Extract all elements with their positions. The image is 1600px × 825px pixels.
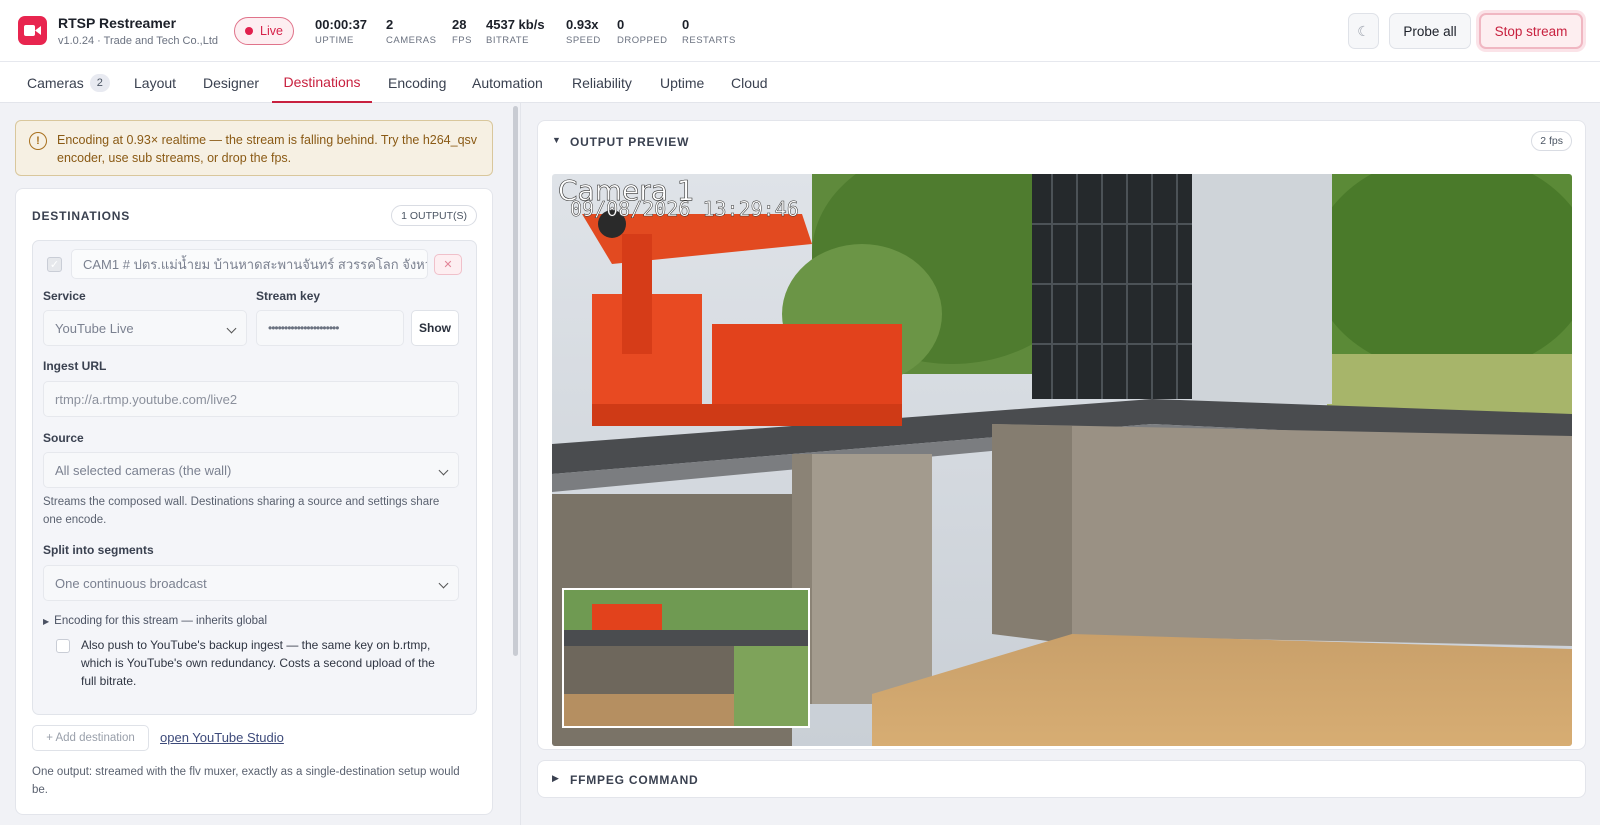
stat-value: 00:00:37 (315, 17, 368, 32)
tab-reliability[interactable]: Reliability (572, 62, 632, 103)
expand-caret-icon: ▶ (552, 773, 559, 783)
preview-fps-badge: 2 fps (1531, 131, 1572, 151)
stat-label: CAMERAS (386, 35, 437, 46)
youtube-studio-link[interactable]: open YouTube Studio (160, 730, 284, 745)
backup-ingest-text: Also push to YouTube's backup ingest — t… (81, 638, 435, 688)
app-logo (18, 16, 47, 45)
stat-uptime: 00:00:37 UPTIME (315, 17, 367, 46)
live-dot-icon (245, 27, 254, 35)
ffmpeg-command-title: FFMPEG COMMAND (570, 773, 699, 787)
warning-text: Encoding at 0.93× realtime — the stream … (57, 133, 478, 165)
app-version: v1.0.24 · Trade and Tech Co.,Ltd (58, 35, 219, 47)
encoding-override-toggle[interactable]: ▶ Encoding for this stream — inherits gl… (43, 615, 267, 627)
split-segments-label: Split into segments (43, 543, 154, 557)
backup-ingest-checkbox[interactable] (56, 639, 70, 653)
camera-frame-image: Camera 1 09/08/2026 13:29:46 (552, 174, 1572, 746)
tab-count-badge: 2 (89, 73, 110, 92)
stat-label: SPEED (566, 35, 601, 46)
tab-bar: Cameras 2 Layout Designer Destinations E… (0, 62, 1600, 103)
video-camera-icon (24, 25, 41, 36)
stat-label: UPTIME (315, 35, 354, 46)
destinations-card: DESTINATIONS 1 OUTPUT(S) ✓ CAM1 # ปตร.แม… (15, 188, 493, 815)
stat-value: 4537 kb/s (486, 17, 545, 32)
split-segments-select[interactable]: One continuous broadcast (43, 565, 459, 601)
tab-automation[interactable]: Automation (472, 62, 543, 103)
remove-destination-button[interactable]: ✕ (434, 254, 462, 275)
stat-fps: 28 FPS (452, 17, 472, 46)
service-label: Service (43, 289, 86, 303)
app-title: RTSP Restreamer (58, 15, 177, 31)
ingest-url-label: Ingest URL (43, 359, 107, 373)
destination-name-input[interactable]: CAM1 # ปตร.แม่น้ำยม บ้านหาดสะพานจันทร์ ส… (71, 249, 428, 279)
destination-item: ✓ CAM1 # ปตร.แม่น้ำยม บ้านหาดสะพานจันทร์… (32, 240, 477, 715)
encoding-override-label: Encoding for this stream — inherits glob… (54, 615, 268, 627)
stat-label: RESTARTS (682, 35, 736, 46)
stat-label: BITRATE (486, 35, 529, 46)
stat-bitrate: 4537 kb/s BITRATE (486, 17, 545, 46)
stat-value: 28 (452, 17, 467, 32)
service-select[interactable]: YouTube Live (43, 310, 247, 346)
destination-enabled-checkbox[interactable]: ✓ (47, 257, 62, 272)
output-preview-title: OUTPUT PREVIEW (570, 135, 690, 149)
stream-key-input[interactable]: •••••••••••••••••••••• (256, 310, 404, 346)
source-select[interactable]: All selected cameras (the wall) (43, 452, 459, 488)
stat-restarts: 0 RESTARTS (682, 17, 736, 46)
close-icon: ✕ (443, 259, 453, 271)
app-header: RTSP Restreamer v1.0.24 · Trade and Tech… (0, 0, 1600, 62)
left-panel-scrollbar[interactable] (513, 106, 518, 656)
timestamp-overlay: 09/08/2026 13:29:46 (570, 197, 799, 221)
theme-toggle-button[interactable]: ☾ (1348, 13, 1379, 49)
outputs-count-badge: 1 OUTPUT(S) (391, 205, 477, 226)
destinations-title: DESTINATIONS (32, 209, 131, 223)
source-label: Source (43, 431, 84, 445)
stat-label: DROPPED (617, 35, 668, 46)
stream-key-label: Stream key (256, 289, 321, 303)
stat-cameras: 2 CAMERAS (386, 17, 436, 46)
panel-divider (520, 103, 521, 825)
stop-stream-button[interactable]: Stop stream (1479, 13, 1583, 49)
stat-value: 0 (682, 17, 690, 32)
stat-value: 2 (386, 17, 394, 32)
show-key-button[interactable]: Show (411, 310, 459, 346)
source-help-text: Streams the composed wall. Destinations … (43, 496, 440, 526)
tab-uptime[interactable]: Uptime (660, 62, 704, 103)
check-icon: ✓ (49, 259, 60, 271)
encoding-warning: ! Encoding at 0.93× realtime — the strea… (15, 120, 493, 176)
tab-cloud[interactable]: Cloud (731, 62, 768, 103)
tab-encoding[interactable]: Encoding (388, 62, 446, 103)
moon-icon: ☾ (1357, 22, 1370, 39)
live-label: Live (260, 24, 283, 38)
live-badge: Live (234, 17, 294, 45)
preview-video: Camera 1 09/08/2026 13:29:46 (552, 174, 1572, 746)
ffmpeg-command-card[interactable]: ▶ FFMPEG COMMAND (537, 760, 1586, 798)
collapse-caret-icon[interactable]: ▼ (552, 135, 561, 145)
ingest-url-input[interactable]: rtmp://a.rtmp.youtube.com/live2 (43, 381, 459, 417)
tab-layout[interactable]: Layout (134, 62, 176, 103)
stat-dropped: 0 DROPPED (617, 17, 667, 46)
stat-value: 0.93x (566, 17, 599, 32)
stat-speed: 0.93x SPEED (566, 17, 601, 46)
tab-designer[interactable]: Designer (203, 62, 259, 103)
output-preview-card: ▼ OUTPUT PREVIEW 2 fps Camera 1 09/08/20… (537, 120, 1586, 750)
tab-label: Cameras (27, 74, 84, 91)
probe-all-button[interactable]: Probe all (1389, 13, 1471, 49)
alert-circle-icon: ! (29, 132, 47, 150)
stat-label: FPS (452, 35, 472, 46)
stat-value: 0 (617, 17, 625, 32)
add-destination-button[interactable]: + Add destination (32, 725, 149, 751)
outputs-footer-note: One output: streamed with the flv muxer,… (32, 766, 460, 796)
caret-right-icon: ▶ (43, 616, 50, 626)
tab-cameras[interactable]: Cameras 2 (27, 62, 110, 103)
tab-destinations[interactable]: Destinations (272, 62, 372, 103)
